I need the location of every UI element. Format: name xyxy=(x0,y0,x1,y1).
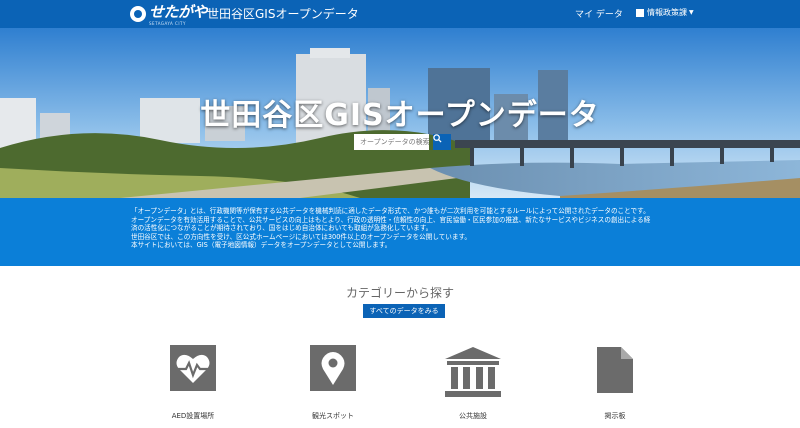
setagaya-logo[interactable]: せたがや SETAGAYA CITY xyxy=(130,3,208,26)
intro-description: 「オープンデータ」とは、行政機関等が保有する公共データを機械判読に適したデータ形… xyxy=(0,198,800,266)
nav-my-data-link[interactable]: マイ データ xyxy=(575,7,623,20)
category-bulletin-board[interactable]: 掲示板 xyxy=(560,345,670,428)
category-heading: カテゴリーから探す xyxy=(345,286,454,300)
category-label: 掲示板 xyxy=(604,412,626,420)
category-public-facilities[interactable]: 公共施設 xyxy=(418,345,528,428)
search-button[interactable] xyxy=(433,134,451,150)
intro-line: オープンデータを有効活用することで、公共サービスの向上はもとより、行政の透明性・… xyxy=(131,215,651,224)
nav-user-menu[interactable]: 情報政策課 ▼ xyxy=(636,7,694,18)
city-emblem-icon xyxy=(130,6,146,22)
view-all-data-button[interactable]: すべてのデータをみる xyxy=(363,304,445,318)
document-icon xyxy=(597,347,633,393)
intro-line: 本サイトにおいては、GIS（電子地図情報）データをオープンデータとして公開します… xyxy=(131,241,392,250)
hero-banner: 世田谷区GISオープンデータ xyxy=(0,28,800,198)
heart-pulse-icon xyxy=(170,345,216,391)
map-pin-icon xyxy=(310,345,356,391)
hero-title: 世田谷区GISオープンデータ xyxy=(200,98,600,133)
search-icon xyxy=(433,134,442,143)
building-columns-icon xyxy=(445,347,501,397)
logo-subtext: SETAGAYA CITY xyxy=(149,21,186,26)
logo-text: せたがや xyxy=(149,3,208,21)
user-avatar-icon xyxy=(636,8,644,17)
category-label: 観光スポット xyxy=(312,412,354,420)
top-navbar: せたがや SETAGAYA CITY 世田谷区GISオープンデータ マイ データ… xyxy=(0,0,800,28)
category-label: AED設置場所 xyxy=(171,412,215,420)
category-label: 公共施設 xyxy=(459,412,487,420)
intro-line: 済の活性化につながることが期待されており、国をはじめ自治体においても取組が急務化… xyxy=(131,224,433,233)
nav-user-menu-label: 情報政策課 xyxy=(647,8,687,17)
caret-down-icon: ▼ xyxy=(689,9,694,16)
category-aed[interactable]: AED設置場所 xyxy=(138,345,248,428)
intro-line: 「オープンデータ」とは、行政機関等が保有する公共データを機械判読に適したデータ形… xyxy=(131,207,650,215)
category-sightseeing[interactable]: 観光スポット xyxy=(278,345,388,428)
search-input[interactable] xyxy=(354,134,429,150)
site-title[interactable]: 世田谷区GISオープンデータ xyxy=(207,6,359,22)
